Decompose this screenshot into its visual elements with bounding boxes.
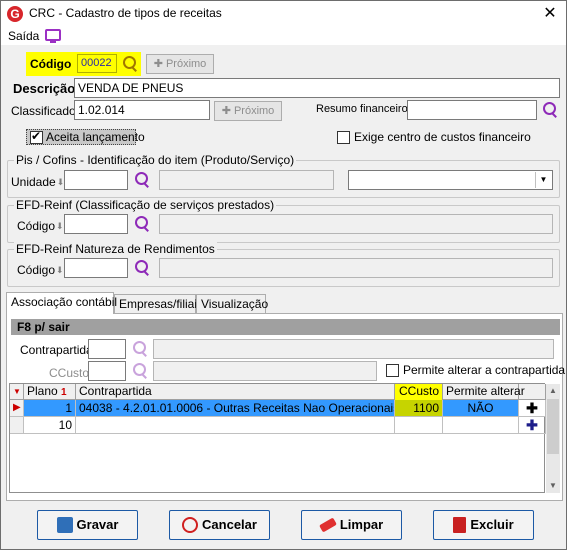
grid-header: ▼ Plano 1 Contrapartida CCusto Permite a… xyxy=(10,384,546,400)
cell-ccusto[interactable] xyxy=(395,417,443,434)
cell-plano[interactable]: 10 xyxy=(24,417,76,434)
main-window: G CRC - Cadastro de tipos de receitas ✕ … xyxy=(0,0,567,550)
resumo-financeiro-label: Resumo financeiro xyxy=(316,103,408,115)
pis-cofins-title: Pis / Cofins - Identificação do item (Pr… xyxy=(14,153,297,167)
limpar-button[interactable]: Limpar xyxy=(301,510,402,540)
cell-permite-alterar[interactable] xyxy=(443,417,519,434)
trash-icon xyxy=(453,516,467,533)
tab-empresas-filiais[interactable]: Empresas/filiais xyxy=(114,294,203,313)
grid-header-contrapartida[interactable]: Contrapartida xyxy=(76,384,395,400)
aceita-lancamento-label[interactable]: Aceita lançamento xyxy=(46,130,145,144)
menu-bar: Saída xyxy=(1,27,566,45)
permite-alterar-checkbox[interactable] xyxy=(386,364,399,377)
ccusto-label: CCusto xyxy=(49,366,90,380)
classificador-input[interactable]: 1.02.014 xyxy=(74,100,210,120)
app-logo-icon: G xyxy=(7,6,23,22)
scroll-up-icon[interactable]: ▲ xyxy=(546,384,560,398)
sort-arrow-icon: ⬇ xyxy=(56,221,64,232)
classificador-proximo-button[interactable]: ✚ Próximo xyxy=(214,101,282,121)
unidade-input[interactable] xyxy=(64,170,128,190)
table-row[interactable]: ▶ 1 04038 - 4.2.01.01.0006 - Outras Rece… xyxy=(10,400,546,417)
efd-natureza-codigo-label: Código⬇ xyxy=(17,263,64,277)
unidade-search-icon[interactable] xyxy=(133,171,151,189)
ccusto-description xyxy=(153,361,377,381)
exige-centro-custos-label[interactable]: Exige centro de custos financeiro xyxy=(354,130,531,144)
excluir-label: Excluir xyxy=(470,517,514,532)
cell-permite-alterar[interactable]: NÃO xyxy=(443,400,519,417)
efd-reinf-search-icon[interactable] xyxy=(133,215,151,233)
sort-order-icon: 1 xyxy=(61,387,67,398)
efd-natureza-description xyxy=(159,258,553,278)
scroll-thumb[interactable] xyxy=(547,399,559,454)
tab-visualizacao[interactable]: Visualização xyxy=(196,294,268,313)
contrapartida-label: Contrapartida xyxy=(20,343,93,357)
cell-plano[interactable]: 1 xyxy=(24,400,76,417)
eraser-icon xyxy=(318,517,337,533)
unidade-description xyxy=(159,170,334,190)
contrapartida-description xyxy=(153,339,554,359)
grid-header-permite-alterar[interactable]: Permite alterar xyxy=(443,384,525,400)
gravar-button[interactable]: Gravar xyxy=(37,510,138,540)
cancelar-label: Cancelar xyxy=(202,517,257,532)
contrapartida-grid: ▼ Plano 1 Contrapartida CCusto Permite a… xyxy=(9,383,546,493)
codigo-proximo-button[interactable]: ✚ Próximo xyxy=(146,54,214,74)
efd-reinf-codigo-label: Código⬇ xyxy=(17,219,64,233)
cell-contrapartida[interactable] xyxy=(76,417,395,434)
grid-row-indicator-header: ▼ xyxy=(10,384,24,400)
title-bar: G CRC - Cadastro de tipos de receitas ✕ xyxy=(1,1,566,27)
contrapartida-input[interactable] xyxy=(88,339,126,359)
permite-alterar-label[interactable]: Permite alterar a contrapartida xyxy=(403,363,565,377)
codigo-search-icon[interactable] xyxy=(121,55,139,73)
chevron-down-icon[interactable]: ▼ xyxy=(535,172,551,188)
codigo-label: Código xyxy=(30,57,72,71)
limpar-label: Limpar xyxy=(339,517,384,532)
monitor-icon[interactable] xyxy=(45,29,61,43)
aceita-lancamento-checkbox[interactable] xyxy=(30,129,43,144)
scroll-down-icon[interactable]: ▼ xyxy=(546,479,560,493)
efd-natureza-codigo-input[interactable] xyxy=(64,258,128,278)
cancelar-button[interactable]: Cancelar xyxy=(169,510,270,540)
classificador-label: Classificador xyxy=(11,104,80,118)
tab-associacao-contabil[interactable]: Associação contábil xyxy=(6,292,117,314)
exige-centro-custos-checkbox[interactable] xyxy=(337,131,350,144)
cell-contrapartida[interactable]: 04038 - 4.2.01.01.0006 - Outras Receitas… xyxy=(76,400,395,417)
codigo-input[interactable]: 00022 xyxy=(77,54,117,73)
table-row[interactable]: 10 ✚ xyxy=(10,417,546,434)
efd-natureza-search-icon[interactable] xyxy=(133,259,151,277)
descricao-input[interactable]: VENDA DE PNEUS xyxy=(74,78,560,98)
resumo-financeiro-input[interactable] xyxy=(407,100,537,120)
grid-header-actions xyxy=(519,384,546,400)
contrapartida-search-icon[interactable] xyxy=(131,340,149,358)
menu-saida[interactable]: Saída xyxy=(8,29,39,43)
resumo-search-icon[interactable] xyxy=(541,101,559,119)
efd-reinf-codigo-input[interactable] xyxy=(64,214,128,234)
cell-ccusto[interactable]: 1100 xyxy=(395,400,443,417)
efd-reinf-description xyxy=(159,214,553,234)
descricao-label: Descrição xyxy=(13,81,76,96)
excluir-button[interactable]: Excluir xyxy=(433,510,534,540)
efd-reinf-title: EFD-Reinf (Classificação de serviços pre… xyxy=(14,198,277,212)
close-icon[interactable]: ✕ xyxy=(539,3,561,25)
grid-scrollbar[interactable]: ▲ ▼ xyxy=(546,384,560,493)
efd-natureza-title: EFD-Reinf Natureza de Rendimentos xyxy=(14,242,217,256)
associacao-contabil-panel: F8 p/ sair Contrapartida CCusto Permite … xyxy=(6,313,565,501)
cancel-icon xyxy=(182,516,199,533)
gravar-label: Gravar xyxy=(76,517,119,532)
sort-arrow-icon: ⬇ xyxy=(56,265,64,276)
unidade-dropdown[interactable]: ▼ xyxy=(348,170,553,190)
ccusto-search-icon[interactable] xyxy=(131,362,149,380)
row-pointer-icon: ▶ xyxy=(10,400,24,417)
grid-header-plano[interactable]: Plano 1 xyxy=(24,384,76,400)
add-row-icon[interactable]: ✚ xyxy=(519,417,546,434)
ccusto-input[interactable] xyxy=(88,361,126,381)
grid-header-ccusto[interactable]: CCusto xyxy=(395,384,443,400)
f8-hint-bar: F8 p/ sair xyxy=(11,319,560,335)
row-indicator xyxy=(10,417,24,434)
unidade-label: Unidade⬇ xyxy=(11,175,65,189)
window-title: CRC - Cadastro de tipos de receitas xyxy=(29,6,222,20)
save-icon xyxy=(56,516,73,533)
add-row-icon[interactable]: ✚ xyxy=(519,400,546,417)
